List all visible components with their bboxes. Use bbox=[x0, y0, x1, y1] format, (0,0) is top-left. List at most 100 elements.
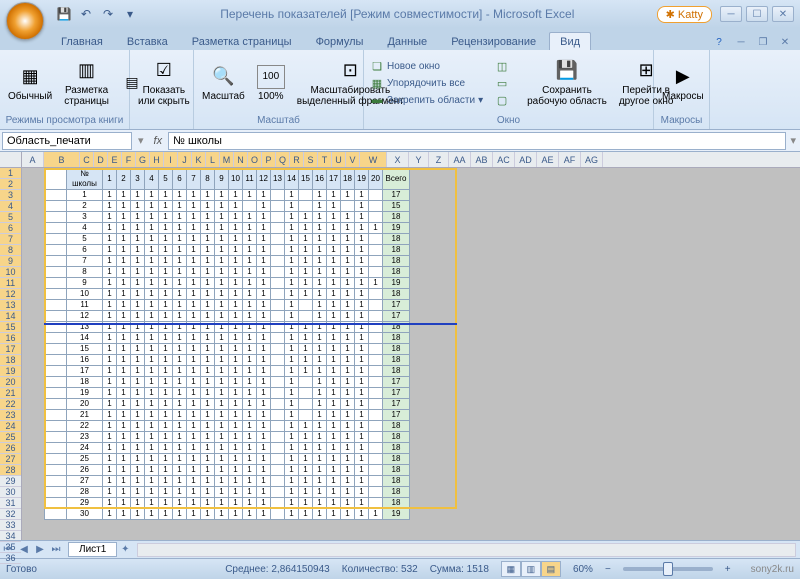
cell[interactable]: 1 bbox=[173, 190, 187, 201]
cell[interactable]: 1 bbox=[131, 311, 145, 322]
cell[interactable]: 1 bbox=[229, 487, 243, 498]
cell[interactable]: 1 bbox=[229, 399, 243, 410]
cell[interactable]: 1 bbox=[173, 201, 187, 212]
cell[interactable]: 1 bbox=[341, 476, 355, 487]
cell[interactable]: 1 bbox=[131, 498, 145, 509]
cell[interactable]: 1 bbox=[299, 234, 313, 245]
cell[interactable]: 9 bbox=[215, 169, 229, 190]
cell[interactable]: 1 bbox=[201, 322, 215, 333]
cell[interactable] bbox=[299, 190, 313, 201]
cell[interactable]: 1 bbox=[187, 289, 201, 300]
cell[interactable]: 1 bbox=[243, 399, 257, 410]
new-window-button[interactable]: ❏Новое окно bbox=[368, 58, 485, 74]
doc-close-icon[interactable]: ✕ bbox=[776, 34, 794, 50]
cell[interactable]: 1 bbox=[355, 355, 369, 366]
cell[interactable]: 18 bbox=[383, 454, 410, 465]
cell[interactable]: 1 bbox=[159, 322, 173, 333]
cell[interactable] bbox=[271, 201, 285, 212]
unhide-button[interactable]: ▢ bbox=[493, 92, 511, 108]
cell[interactable]: 1 bbox=[243, 432, 257, 443]
cell[interactable]: 1 bbox=[257, 421, 271, 432]
macros-button[interactable]: ▶Макросы bbox=[658, 63, 708, 104]
cell[interactable] bbox=[45, 476, 67, 487]
cell[interactable]: 1 bbox=[159, 487, 173, 498]
cell[interactable]: 1 bbox=[215, 432, 229, 443]
cell[interactable]: 1 bbox=[117, 212, 131, 223]
cell[interactable]: 20 bbox=[369, 169, 383, 190]
cell[interactable] bbox=[369, 443, 383, 454]
cell[interactable]: 1 bbox=[257, 410, 271, 421]
cell[interactable]: 1 bbox=[313, 388, 327, 399]
cell[interactable]: 18 bbox=[341, 169, 355, 190]
cell[interactable] bbox=[341, 201, 355, 212]
cell[interactable]: 1 bbox=[173, 476, 187, 487]
cell[interactable]: 1 bbox=[159, 388, 173, 399]
row-header[interactable]: 20 bbox=[0, 377, 21, 388]
cell[interactable]: 1 bbox=[229, 311, 243, 322]
cell[interactable] bbox=[271, 234, 285, 245]
name-box[interactable] bbox=[2, 132, 132, 150]
cell[interactable]: 12 bbox=[257, 169, 271, 190]
cell[interactable] bbox=[369, 311, 383, 322]
col-header[interactable]: E bbox=[108, 152, 122, 167]
cell[interactable] bbox=[45, 465, 67, 476]
cell[interactable]: 1 bbox=[285, 322, 299, 333]
cell[interactable]: 1 bbox=[341, 388, 355, 399]
cell[interactable]: 1 bbox=[159, 443, 173, 454]
col-header[interactable]: Y bbox=[409, 152, 429, 167]
cell[interactable]: 1 bbox=[131, 487, 145, 498]
cell[interactable]: 1 bbox=[145, 388, 159, 399]
cell[interactable]: 1 bbox=[145, 234, 159, 245]
cell[interactable]: 1 bbox=[145, 399, 159, 410]
ribbon-tab-2[interactable]: Разметка страницы bbox=[181, 32, 303, 50]
cell[interactable]: 1 bbox=[103, 322, 117, 333]
cell[interactable]: 1 bbox=[145, 245, 159, 256]
cell[interactable]: 1 bbox=[355, 476, 369, 487]
cell[interactable]: 1 bbox=[201, 377, 215, 388]
zoom-button[interactable]: 🔍Масштаб bbox=[198, 63, 249, 104]
cell[interactable] bbox=[45, 223, 67, 234]
cell[interactable]: 1 bbox=[103, 267, 117, 278]
view-layout-icon[interactable]: ▥ bbox=[521, 561, 541, 577]
cell[interactable]: 1 bbox=[201, 311, 215, 322]
cell[interactable]: 1 bbox=[103, 388, 117, 399]
cell[interactable]: 1 bbox=[103, 344, 117, 355]
cell[interactable]: 1 bbox=[327, 366, 341, 377]
cell[interactable] bbox=[369, 256, 383, 267]
doc-restore-icon[interactable]: ❐ bbox=[754, 34, 772, 50]
cell[interactable]: 1 bbox=[117, 443, 131, 454]
cell[interactable] bbox=[299, 311, 313, 322]
cell[interactable]: 1 bbox=[355, 421, 369, 432]
cell[interactable]: 1 bbox=[285, 366, 299, 377]
cell[interactable]: 1 bbox=[145, 201, 159, 212]
cell[interactable]: 4 bbox=[145, 169, 159, 190]
cell[interactable]: 1 bbox=[187, 234, 201, 245]
cell[interactable]: 1 bbox=[201, 432, 215, 443]
cell[interactable]: 1 bbox=[173, 487, 187, 498]
cell[interactable] bbox=[45, 399, 67, 410]
cell[interactable]: 8 bbox=[67, 267, 103, 278]
cell[interactable]: 1 bbox=[285, 212, 299, 223]
cell[interactable]: 1 bbox=[201, 278, 215, 289]
ribbon-tab-4[interactable]: Данные bbox=[376, 32, 438, 50]
cell[interactable]: 1 bbox=[187, 344, 201, 355]
cell[interactable]: 1 bbox=[187, 498, 201, 509]
cell[interactable]: 1 bbox=[201, 344, 215, 355]
cell[interactable]: 1 bbox=[145, 344, 159, 355]
cell[interactable]: 1 bbox=[187, 355, 201, 366]
cell[interactable]: 1 bbox=[187, 421, 201, 432]
cell[interactable]: 1 bbox=[145, 377, 159, 388]
cell[interactable]: 1 bbox=[215, 333, 229, 344]
cell[interactable]: 1 bbox=[117, 267, 131, 278]
cell[interactable]: 1 bbox=[201, 443, 215, 454]
cell[interactable]: 1 bbox=[299, 289, 313, 300]
cell[interactable]: 1 bbox=[313, 377, 327, 388]
cell[interactable]: 1 bbox=[173, 278, 187, 289]
cell[interactable]: 1 bbox=[215, 278, 229, 289]
cell[interactable]: 18 bbox=[383, 432, 410, 443]
cell[interactable]: 1 bbox=[131, 223, 145, 234]
cell[interactable]: 1 bbox=[201, 300, 215, 311]
cell[interactable]: 1 bbox=[117, 476, 131, 487]
cell[interactable]: 1 bbox=[131, 476, 145, 487]
cell[interactable]: 1 bbox=[257, 311, 271, 322]
